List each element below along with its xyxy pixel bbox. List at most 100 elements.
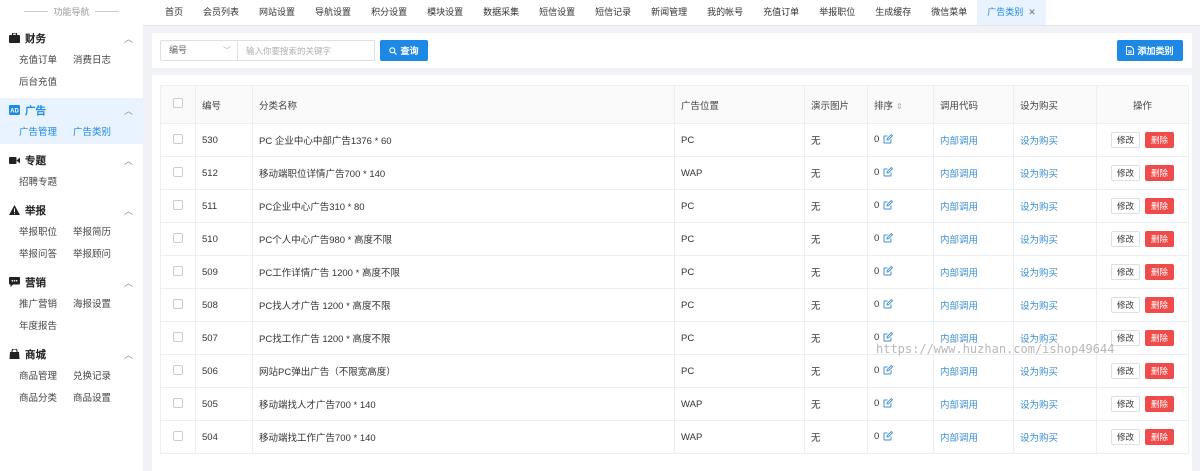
delete-button[interactable]: 删除	[1145, 231, 1174, 247]
sidebar-item-product-settings[interactable]: 商品设置	[73, 388, 127, 410]
set-purchase-link[interactable]: 设为购买	[1020, 202, 1058, 213]
row-checkbox[interactable]	[160, 222, 196, 256]
search-input[interactable]	[238, 40, 375, 61]
tab-data-collection[interactable]: 数据采集	[473, 0, 529, 25]
delete-button[interactable]: 删除	[1145, 297, 1174, 313]
sidebar-item-annual-report[interactable]: 年度报告	[19, 316, 73, 338]
sidebar-item-ad-categories[interactable]: 广告类别	[73, 122, 127, 144]
add-category-button[interactable]: 添加类别	[1117, 40, 1183, 61]
edit-sort-icon[interactable]	[883, 133, 894, 147]
delete-button[interactable]: 删除	[1145, 198, 1174, 214]
tab-recharge-orders[interactable]: 充值订单	[753, 0, 809, 25]
sidebar-item-ad-management[interactable]: 广告管理	[19, 122, 73, 144]
edit-button[interactable]: 修改	[1111, 297, 1140, 313]
edit-sort-icon[interactable]	[883, 232, 894, 246]
row-checkbox[interactable]	[160, 189, 196, 223]
internal-call-link[interactable]: 内部调用	[940, 169, 978, 180]
edit-button[interactable]: 修改	[1111, 231, 1140, 247]
delete-button[interactable]: 删除	[1145, 264, 1174, 280]
delete-button[interactable]: 删除	[1145, 132, 1174, 148]
edit-button[interactable]: 修改	[1111, 132, 1140, 148]
tab-ad-categories[interactable]: 广告类别 ✕	[977, 0, 1046, 25]
nav-group-ads-header[interactable]: AD 广告 ︿	[0, 98, 143, 122]
internal-call-link[interactable]: 内部调用	[940, 202, 978, 213]
tab-wechat-menu[interactable]: 微信菜单	[921, 0, 977, 25]
edit-button[interactable]: 修改	[1111, 330, 1140, 346]
tab-member-list[interactable]: 会员列表	[193, 0, 249, 25]
row-checkbox[interactable]	[160, 354, 196, 388]
tab-sms-records[interactable]: 短信记录	[585, 0, 641, 25]
internal-call-link[interactable]: 内部调用	[940, 334, 978, 345]
sidebar-item-admin-recharge[interactable]: 后台充值	[19, 72, 73, 94]
internal-call-link[interactable]: 内部调用	[940, 367, 978, 378]
delete-button[interactable]: 删除	[1145, 429, 1174, 445]
sort-icon[interactable]: ⇕	[896, 102, 903, 111]
delete-button[interactable]: 删除	[1145, 330, 1174, 346]
edit-sort-icon[interactable]	[883, 364, 894, 378]
set-purchase-link[interactable]: 设为购买	[1020, 235, 1058, 246]
edit-button[interactable]: 修改	[1111, 264, 1140, 280]
sidebar-item-report-advisors[interactable]: 举报顾问	[73, 244, 127, 266]
edit-sort-icon[interactable]	[883, 298, 894, 312]
delete-button[interactable]: 删除	[1145, 363, 1174, 379]
edit-sort-icon[interactable]	[883, 166, 894, 180]
edit-button[interactable]: 修改	[1111, 363, 1140, 379]
tab-news-management[interactable]: 新闻管理	[641, 0, 697, 25]
sidebar-item-recruit-topics[interactable]: 招聘专题	[19, 172, 73, 194]
nav-group-marketing-header[interactable]: 营销 ︿	[0, 270, 143, 294]
select-all-checkbox[interactable]	[160, 85, 196, 124]
tab-home[interactable]: 首页	[155, 0, 193, 25]
sidebar-item-report-jobs[interactable]: 举报职位	[19, 222, 73, 244]
internal-call-link[interactable]: 内部调用	[940, 301, 978, 312]
nav-group-topics-header[interactable]: 专题 ︿	[0, 148, 143, 172]
nav-group-reports-header[interactable]: 举报 ︿	[0, 198, 143, 222]
internal-call-link[interactable]: 内部调用	[940, 268, 978, 279]
set-purchase-link[interactable]: 设为购买	[1020, 433, 1058, 444]
set-purchase-link[interactable]: 设为购买	[1020, 301, 1058, 312]
nav-group-finance-header[interactable]: 财务 ︿	[0, 26, 143, 50]
tab-points-settings[interactable]: 积分设置	[361, 0, 417, 25]
tab-my-account[interactable]: 我的帐号	[697, 0, 753, 25]
set-purchase-link[interactable]: 设为购买	[1020, 169, 1058, 180]
row-checkbox[interactable]	[160, 123, 196, 157]
delete-button[interactable]: 删除	[1145, 396, 1174, 412]
sidebar-item-product-categories[interactable]: 商品分类	[19, 388, 73, 410]
row-checkbox[interactable]	[160, 321, 196, 355]
set-purchase-link[interactable]: 设为购买	[1020, 268, 1058, 279]
internal-call-link[interactable]: 内部调用	[940, 433, 978, 444]
set-purchase-link[interactable]: 设为购买	[1020, 400, 1058, 411]
edit-sort-icon[interactable]	[883, 331, 894, 345]
sidebar-item-report-qa[interactable]: 举报问答	[19, 244, 73, 266]
edit-sort-icon[interactable]	[883, 199, 894, 213]
edit-sort-icon[interactable]	[883, 430, 894, 444]
edit-button[interactable]: 修改	[1111, 165, 1140, 181]
sidebar-item-promotion[interactable]: 推广营销	[19, 294, 73, 316]
close-icon[interactable]: ✕	[1028, 7, 1036, 17]
internal-call-link[interactable]: 内部调用	[940, 400, 978, 411]
tab-report-jobs[interactable]: 举报职位	[809, 0, 865, 25]
nav-group-shop-header[interactable]: 商城 ︿	[0, 342, 143, 366]
col-header-sort[interactable]: 排序 ⇕	[867, 85, 934, 124]
sidebar-item-poster-settings[interactable]: 海报设置	[73, 294, 127, 316]
delete-button[interactable]: 删除	[1145, 165, 1174, 181]
set-purchase-link[interactable]: 设为购买	[1020, 136, 1058, 147]
row-checkbox[interactable]	[160, 288, 196, 322]
edit-sort-icon[interactable]	[883, 265, 894, 279]
tab-generate-cache[interactable]: 生成缓存	[865, 0, 921, 25]
sidebar-item-recharge-orders[interactable]: 充值订单	[19, 50, 73, 72]
query-button[interactable]: 查询	[380, 40, 428, 61]
edit-button[interactable]: 修改	[1111, 429, 1140, 445]
tab-site-settings[interactable]: 网站设置	[249, 0, 305, 25]
tab-nav-settings[interactable]: 导航设置	[305, 0, 361, 25]
sidebar-item-report-resumes[interactable]: 举报简历	[73, 222, 127, 244]
tab-module-settings[interactable]: 模块设置	[417, 0, 473, 25]
row-checkbox[interactable]	[160, 156, 196, 190]
edit-button[interactable]: 修改	[1111, 396, 1140, 412]
edit-sort-icon[interactable]	[883, 397, 894, 411]
row-checkbox[interactable]	[160, 255, 196, 289]
search-field-select[interactable]: 编号 ﹀	[160, 40, 238, 61]
row-checkbox[interactable]	[160, 420, 196, 454]
sidebar-item-product-management[interactable]: 商品管理	[19, 366, 73, 388]
sidebar-item-consumption-log[interactable]: 消费日志	[73, 50, 127, 72]
internal-call-link[interactable]: 内部调用	[940, 235, 978, 246]
